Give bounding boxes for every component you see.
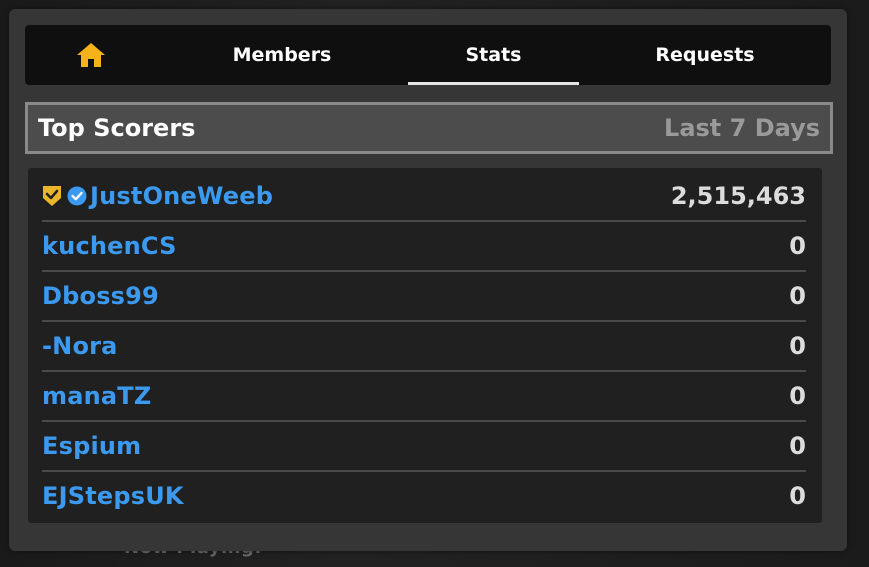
player-score: 0 (789, 382, 806, 410)
tab-stats[interactable]: Stats (408, 25, 579, 85)
list-item[interactable]: EJStepsUK 0 (42, 472, 806, 520)
tab-bar: Members Stats Requests (25, 25, 831, 85)
player-score: 0 (789, 482, 806, 510)
top-scorers-header: Top Scorers Last 7 Days (25, 102, 833, 154)
verified-icon (67, 186, 87, 206)
active-tab-indicator (408, 82, 579, 85)
section-title: Top Scorers (38, 114, 196, 142)
player-score: 0 (789, 232, 806, 260)
player-name[interactable]: EJStepsUK (42, 472, 184, 520)
section-period: Last 7 Days (664, 114, 820, 142)
player-name[interactable]: JustOneWeeb (90, 172, 273, 220)
list-item[interactable]: Espium 0 (42, 422, 806, 472)
player-score: 2,515,463 (670, 182, 806, 210)
list-item[interactable]: JustOneWeeb 2,515,463 (42, 172, 806, 222)
scorers-list: JustOneWeeb 2,515,463 kuchenCS 0 Dboss99… (28, 168, 822, 523)
player-score: 0 (789, 332, 806, 360)
tab-requests-label: Requests (655, 44, 755, 66)
home-icon (77, 43, 105, 67)
player-score: 0 (789, 432, 806, 460)
player-name[interactable]: Dboss99 (42, 272, 159, 320)
list-item[interactable]: manaTZ 0 (42, 372, 806, 422)
tab-stats-label: Stats (465, 44, 522, 66)
player-name[interactable]: kuchenCS (42, 222, 177, 270)
player-score: 0 (789, 282, 806, 310)
list-item[interactable]: -Nora 0 (42, 322, 806, 372)
player-name[interactable]: Espium (42, 422, 141, 470)
shield-check-icon (43, 186, 61, 206)
tab-members[interactable]: Members (199, 25, 365, 85)
player-name[interactable]: -Nora (42, 322, 118, 370)
club-panel: Members Stats Requests Top Scorers Last … (9, 9, 847, 551)
player-name[interactable]: manaTZ (42, 372, 151, 420)
tab-members-label: Members (232, 44, 332, 66)
tab-home[interactable] (25, 25, 155, 85)
list-item[interactable]: Dboss99 0 (42, 272, 806, 322)
tab-requests[interactable]: Requests (620, 25, 790, 85)
list-item[interactable]: kuchenCS 0 (42, 222, 806, 272)
